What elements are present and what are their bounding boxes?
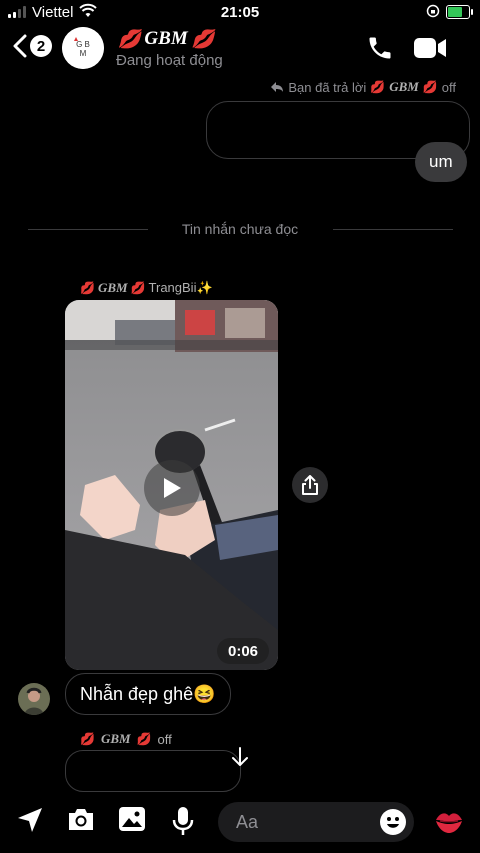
sender2-suffix: off <box>157 731 172 747</box>
message-input-placeholder: Aa <box>236 812 259 832</box>
kiss-lips-icon: 💋 <box>80 281 95 295</box>
play-button[interactable] <box>144 460 200 516</box>
sender-suffix: TrangBii✨ <box>148 280 213 295</box>
chevron-left-icon <box>13 34 27 58</box>
kiss-lips-icon: 💋 <box>422 80 438 94</box>
kiss-lips-icon: 💋 <box>130 281 146 295</box>
sender-label: 💋 GBM 💋 TrangBii✨ <box>80 280 213 296</box>
arrow-down-icon[interactable] <box>229 745 251 769</box>
microphone-icon[interactable] <box>170 806 196 836</box>
location-arrow-icon[interactable] <box>16 806 44 834</box>
orientation-lock-icon <box>426 4 440 18</box>
status-bar: Viettel 21:05 <box>0 0 480 26</box>
clock: 21:05 <box>220 4 260 21</box>
kiss-lips-icon: 💋 <box>136 732 152 746</box>
partial-message-bubble[interactable] <box>65 750 241 792</box>
unread-count-badge: 2 <box>30 35 52 57</box>
divider-line-right <box>333 229 453 230</box>
my-message-bubble[interactable]: um <box>415 142 467 182</box>
reply-text: Bạn đã trả lời <box>288 79 367 95</box>
kiss-lips-icon: 💋 <box>118 28 141 49</box>
video-duration: 0:06 <box>217 638 269 664</box>
battery-icon <box>446 5 473 19</box>
sender-avatar[interactable] <box>18 683 50 715</box>
chat-title-text: GBM <box>144 28 188 49</box>
reply-suffix: off <box>441 79 456 95</box>
emoji-icon[interactable] <box>380 809 406 835</box>
sender-label-2: 💋 GBM 💋 off <box>80 731 172 747</box>
chat-avatar[interactable]: G B M <box>62 27 104 69</box>
camera-icon[interactable] <box>66 806 96 832</box>
sender-name: GBM <box>97 280 128 295</box>
play-icon <box>164 478 181 498</box>
reply-indicator: Bạn đã trả lời 💋 GBM 💋 off <box>270 79 456 95</box>
avatar-photo <box>18 683 50 715</box>
svg-text:M: M <box>80 49 87 58</box>
video-call-icon[interactable] <box>413 36 447 60</box>
share-icon <box>302 475 318 495</box>
back-button[interactable]: 2 <box>12 34 52 58</box>
kiss-lips-icon: 💋 <box>191 28 215 49</box>
avatar-logo-image: G B M <box>62 27 104 69</box>
reply-name: GBM <box>389 79 419 94</box>
kiss-lips-icon: 💋 <box>80 732 95 746</box>
message-input[interactable]: Aa <box>218 802 414 842</box>
gallery-icon[interactable] <box>118 806 146 832</box>
chat-title[interactable]: 💋 GBM 💋 <box>118 28 214 50</box>
active-status: Đang hoạt động <box>116 52 223 69</box>
sender2-name: GBM <box>100 731 131 746</box>
reply-arrow-icon <box>271 82 284 92</box>
phone-call-icon[interactable] <box>366 34 394 62</box>
svg-text:G B: G B <box>76 40 90 49</box>
share-button[interactable] <box>292 467 328 503</box>
received-message-bubble[interactable]: Nhẫn đẹp ghê😆 <box>65 673 231 715</box>
kiss-reaction-icon[interactable] <box>434 808 464 836</box>
kiss-lips-icon: 💋 <box>370 80 386 94</box>
smiley-face <box>387 817 399 828</box>
